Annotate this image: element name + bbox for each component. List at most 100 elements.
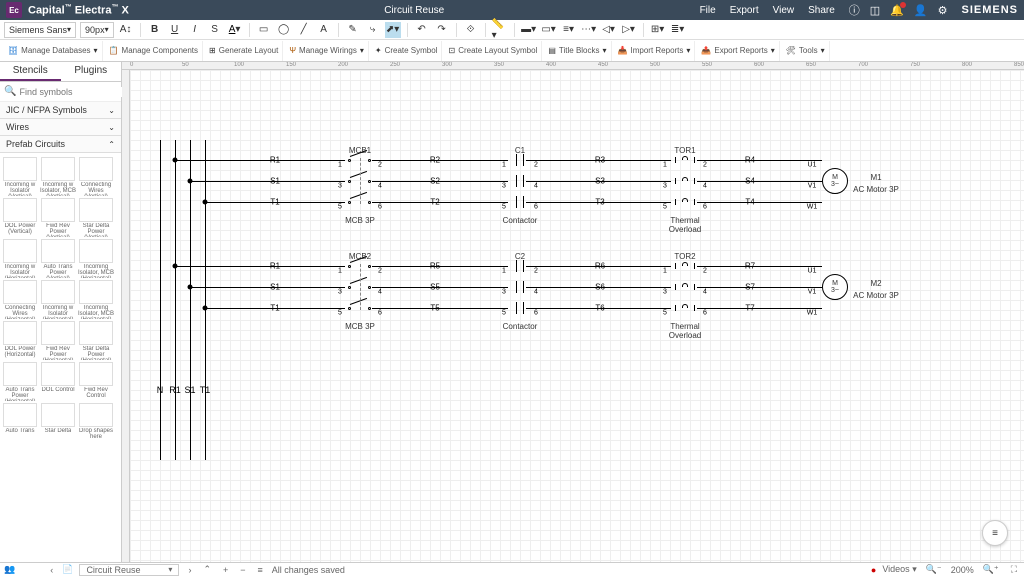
tab-plugins[interactable]: Plugins: [61, 62, 122, 81]
search-input[interactable]: [19, 87, 136, 97]
stencil-item[interactable]: Star Delta: [40, 403, 76, 442]
stencil-item[interactable]: Star Delta Power (Vertical): [78, 198, 114, 237]
motor-symbol: M3~: [822, 168, 848, 194]
sheet-name[interactable]: Circuit Reuse▾: [79, 564, 179, 576]
manage-components-button[interactable]: 📋Manage Components: [105, 41, 203, 61]
manage-databases-button[interactable]: 🗄Manage Databases▾: [4, 41, 103, 61]
line-style[interactable]: ≡▾: [561, 22, 577, 38]
doc-title: Circuit Reuse: [129, 5, 700, 16]
prev-page-button[interactable]: ‹: [47, 565, 56, 575]
create-symbol-button[interactable]: ✦Create Symbol: [371, 41, 443, 61]
title-blocks-button[interactable]: ▤Title Blocks▾: [544, 41, 611, 61]
menu-file[interactable]: File: [700, 5, 716, 16]
stencil-item[interactable]: DOL Power (Horizontal): [2, 321, 38, 360]
manage-wirings-button[interactable]: ΨManage Wirings▾: [285, 41, 369, 61]
strike-button[interactable]: S: [207, 22, 223, 38]
font-select[interactable]: Siemens Sans ▾: [4, 22, 76, 38]
create-layout-symbol-button[interactable]: ⊡Create Layout Symbol: [444, 41, 542, 61]
chevron-down-icon: ⌄: [108, 106, 115, 115]
statusbar: 👥 ‹ 📄 Circuit Reuse▾ › ⌃ + − ≡ All chang…: [0, 562, 1024, 576]
next-page-button[interactable]: ›: [185, 565, 194, 575]
fill-color[interactable]: ▬▾: [521, 22, 537, 38]
rect-tool[interactable]: ▭: [256, 22, 272, 38]
format-painter[interactable]: ⟐: [463, 22, 479, 38]
text-color-button[interactable]: A▾: [227, 22, 243, 38]
notification-icon[interactable]: 🔔: [890, 4, 904, 17]
stencil-item[interactable]: Auto Trans Power (Horizontal): [2, 362, 38, 401]
page-icon: 📄: [62, 564, 73, 575]
stencil-item[interactable]: Connecting Wires (Horizontal): [2, 280, 38, 319]
collab-icon[interactable]: 👥: [4, 564, 15, 575]
stencil-item[interactable]: Fwd Rev Power (Horizontal): [40, 321, 76, 360]
line-color[interactable]: ▭▾: [541, 22, 557, 38]
remove-page-button[interactable]: −: [237, 565, 248, 575]
pointer-tool[interactable]: ⬈▾: [385, 22, 401, 38]
stencil-item[interactable]: Star Delta Power (Horizontal): [78, 321, 114, 360]
generate-layout-button[interactable]: ⊞Generate Layout: [205, 41, 283, 61]
fullscreen-button[interactable]: ⛶: [1008, 564, 1020, 575]
stencil-item[interactable]: Incoming w Isolator (Horizontal): [2, 239, 38, 278]
stencil-item[interactable]: Fwd Rev Control: [78, 362, 114, 401]
italic-button[interactable]: I: [187, 22, 203, 38]
stencil-item[interactable]: Auto Trans Power (Vertical): [40, 239, 76, 278]
align-button[interactable]: ⊞▾: [650, 22, 666, 38]
chevron-up-icon: ⌃: [108, 140, 115, 149]
stencil-item[interactable]: Drop shapes here: [78, 403, 114, 442]
arrow-end[interactable]: ▷▾: [621, 22, 637, 38]
stencil-item[interactable]: Auto Trans: [2, 403, 38, 442]
stencil-item[interactable]: Incoming Isolator, MCB (Horizontal): [78, 280, 114, 319]
stencil-item[interactable]: Incoming w Isolator, MCB (Vertical): [40, 157, 76, 196]
stencil-item[interactable]: Incoming Isolator, MCB (Horizontal): [78, 239, 114, 278]
redo-button[interactable]: ↷: [434, 22, 450, 38]
export-reports-button[interactable]: 📤Export Reports▾: [697, 41, 779, 61]
stencil-item[interactable]: Fwd Rev Power (Vertical): [40, 198, 76, 237]
menu-share[interactable]: Share: [808, 5, 835, 16]
line-pattern[interactable]: ⋯▾: [581, 22, 597, 38]
search-icon: 🔍: [4, 86, 16, 97]
measure-tool[interactable]: 📏▾: [492, 22, 508, 38]
stencil-item[interactable]: Incoming w Isolator (Vertical): [2, 157, 38, 196]
drawing-canvas[interactable]: NR1S1T1R112R212R312R4U1S134S234S334S4V1T…: [130, 70, 1024, 562]
section-jic-nfpa[interactable]: JIC / NFPA Symbols⌄: [0, 102, 121, 119]
app-logo: Ec: [6, 2, 22, 18]
help-icon[interactable]: ⓘ: [849, 2, 860, 18]
top-menu: File Export View Share: [700, 5, 835, 16]
record-icon[interactable]: ●: [871, 565, 876, 575]
menu-export[interactable]: Export: [730, 5, 759, 16]
ellipse-tool[interactable]: ◯: [276, 22, 292, 38]
brand-label: SIEMENS: [961, 4, 1018, 16]
stencil-item[interactable]: Incoming w Isolator (Horizontal): [40, 280, 76, 319]
underline-button[interactable]: U: [167, 22, 183, 38]
zoom-in-button[interactable]: 🔍⁺: [980, 564, 1002, 575]
distribute-button[interactable]: ≣▾: [670, 22, 686, 38]
user-icon[interactable]: 👤: [914, 4, 928, 17]
zoom-level[interactable]: 200%: [951, 565, 974, 575]
bookmark-icon[interactable]: ◫: [870, 4, 880, 17]
font-size-stepper[interactable]: A↕: [118, 22, 134, 38]
line-tool[interactable]: ╱: [296, 22, 312, 38]
symbol-search[interactable]: 🔍 ≡: [0, 82, 121, 102]
add-page-button[interactable]: +: [220, 565, 231, 575]
text-tool[interactable]: A: [316, 22, 332, 38]
page-menu-button[interactable]: ≡: [255, 565, 266, 575]
undo-button[interactable]: ↶: [414, 22, 430, 38]
font-size-select[interactable]: 90px ▾: [80, 22, 114, 38]
section-prefab[interactable]: Prefab Circuits⌃: [0, 136, 121, 153]
connector-tool[interactable]: ⤷: [365, 22, 381, 38]
section-wires[interactable]: Wires⌄: [0, 119, 121, 136]
videos-button[interactable]: Videos ▾: [882, 564, 916, 575]
tab-stencils[interactable]: Stencils: [0, 62, 61, 81]
pencil-tool[interactable]: ✎: [345, 22, 361, 38]
page-up-button[interactable]: ⌃: [200, 564, 214, 575]
stencil-item[interactable]: DOL Power (Vertical): [2, 198, 38, 237]
menu-view[interactable]: View: [773, 5, 795, 16]
import-reports-button[interactable]: 📥Import Reports▾: [614, 41, 696, 61]
arrow-start[interactable]: ◁▾: [601, 22, 617, 38]
stencil-item[interactable]: DOL Control: [40, 362, 76, 401]
float-menu-button[interactable]: ≡: [982, 520, 1008, 546]
settings-icon[interactable]: ⚙: [938, 4, 948, 17]
stencil-item[interactable]: Connecting Wires (Vertical): [78, 157, 114, 196]
bold-button[interactable]: B: [147, 22, 163, 38]
tools-button[interactable]: 🛠Tools▾: [782, 41, 830, 61]
zoom-out-button[interactable]: 🔍⁻: [923, 564, 945, 575]
